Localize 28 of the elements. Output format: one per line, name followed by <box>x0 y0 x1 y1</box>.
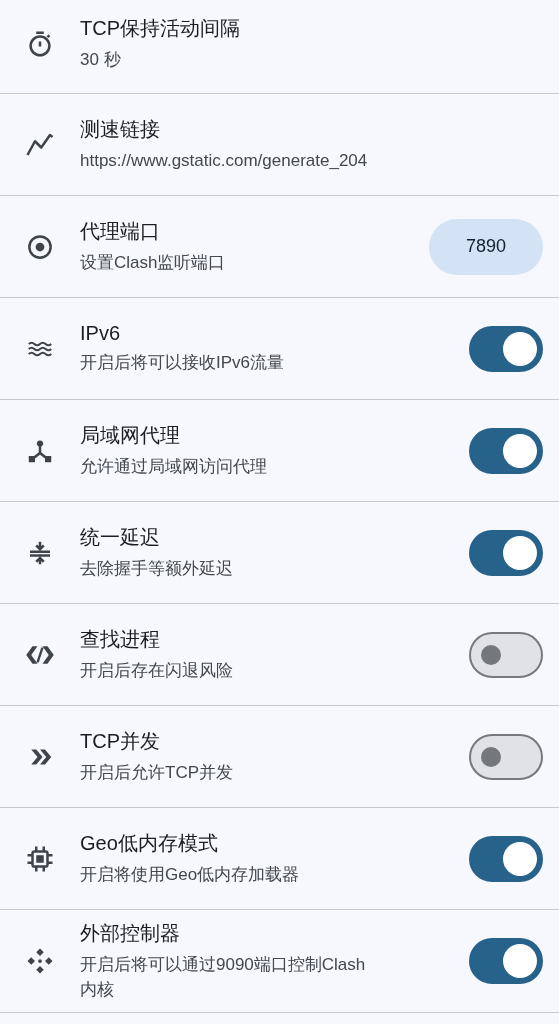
toggle-switch[interactable] <box>469 835 543 882</box>
setting-title: Geo低内存模式 <box>80 830 219 856</box>
setting-subtitle: 开启将使用Geo低内存加载器 <box>80 863 301 886</box>
toggle-switch[interactable] <box>469 529 543 576</box>
toggle-switch[interactable] <box>469 631 543 678</box>
setting-title: IPv6 <box>80 321 122 345</box>
toggle-switch[interactable] <box>469 427 543 474</box>
setting-subtitle: https://www.gstatic.com/generate_204 <box>80 149 369 172</box>
setting-subtitle: 开启后允许TCP并发 <box>80 761 234 784</box>
setting-title: 查找进程 <box>80 626 161 652</box>
setting-subtitle: 去除握手等额外延迟 <box>80 557 234 580</box>
setting-title: 统一延迟 <box>80 524 161 550</box>
port-chip[interactable]: 7890 <box>429 218 543 275</box>
setting-subtitle: 开启后存在闪退风险 <box>80 659 234 682</box>
setting-title: 外部控制器 <box>80 921 181 946</box>
toggle-switch[interactable] <box>469 733 543 780</box>
setting-subtitle: 开启后将可以通过9090端口控制Clash内核 <box>80 954 367 1001</box>
setting-title: 局域网代理 <box>80 422 181 448</box>
toggle-switch[interactable] <box>469 938 543 985</box>
setting-title: TCP保持活动间隔 <box>80 15 241 41</box>
setting-title: 测速链接 <box>80 116 161 142</box>
setting-subtitle: 允许通过局域网访问代理 <box>80 455 268 478</box>
setting-subtitle: 30 秒 <box>80 48 122 71</box>
toggle-switch[interactable] <box>469 325 543 372</box>
setting-subtitle: 设置Clash监听端口 <box>80 251 227 274</box>
setting-title: TCP并发 <box>80 728 161 754</box>
setting-title: 代理端口 <box>80 218 161 244</box>
setting-subtitle: 开启后将可以接收IPv6流量 <box>80 351 286 374</box>
